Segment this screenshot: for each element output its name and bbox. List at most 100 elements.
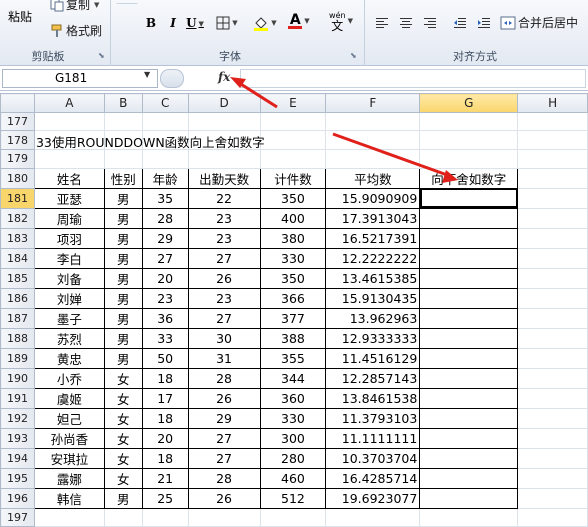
data-cell[interactable]: 26	[187, 487, 261, 509]
data-cell[interactable]: 366	[259, 287, 327, 309]
cell[interactable]	[325, 111, 421, 132]
result-cell[interactable]	[419, 187, 519, 209]
column-header-c[interactable]: C	[141, 93, 189, 113]
cell[interactable]	[141, 149, 189, 169]
data-cell[interactable]: 男	[103, 327, 143, 349]
data-cell[interactable]: 亚瑟	[33, 187, 105, 209]
column-title-cell[interactable]: 姓名	[33, 167, 105, 189]
data-cell[interactable]: 21	[141, 467, 189, 489]
cell[interactable]	[517, 207, 588, 229]
data-cell[interactable]: 20	[141, 267, 189, 289]
data-cell[interactable]: 12.2857143	[325, 367, 421, 389]
row-header[interactable]: 178	[0, 130, 35, 151]
clipboard-launcher-icon[interactable]: ⬊	[98, 51, 105, 60]
decrease-indent-button[interactable]	[450, 12, 470, 34]
data-cell[interactable]: 30	[187, 327, 261, 349]
result-cell[interactable]	[419, 227, 519, 249]
data-cell[interactable]: 11.4516129	[325, 347, 421, 369]
cell[interactable]	[259, 111, 327, 132]
data-cell[interactable]: 23	[187, 287, 261, 309]
data-cell[interactable]: 350	[259, 267, 327, 289]
row-header[interactable]: 180	[0, 167, 35, 189]
column-header-g[interactable]: G	[419, 93, 519, 113]
result-cell[interactable]	[419, 247, 519, 269]
data-cell[interactable]: 16.5217391	[325, 227, 421, 249]
result-cell[interactable]	[419, 367, 519, 389]
data-cell[interactable]: 26	[187, 267, 261, 289]
data-cell[interactable]: 17	[141, 387, 189, 409]
column-header-h[interactable]: H	[517, 93, 588, 113]
cell[interactable]	[187, 111, 261, 132]
column-header-d[interactable]: D	[187, 93, 261, 113]
cell[interactable]	[517, 427, 588, 449]
data-cell[interactable]: 周瑜	[33, 207, 105, 229]
cell[interactable]	[517, 467, 588, 489]
data-cell[interactable]: 男	[103, 227, 143, 249]
data-cell[interactable]: 355	[259, 347, 327, 369]
data-cell[interactable]: 妲己	[33, 407, 105, 429]
data-cell[interactable]: 男	[103, 347, 143, 369]
column-title-cell[interactable]: 平均数	[325, 167, 421, 189]
row-header[interactable]: 183	[0, 227, 35, 249]
result-cell[interactable]	[419, 387, 519, 409]
data-cell[interactable]: 孙尚香	[33, 427, 105, 449]
cell[interactable]	[33, 111, 105, 132]
row-header[interactable]: 188	[0, 327, 35, 349]
cell[interactable]	[33, 507, 105, 527]
row-header[interactable]: 193	[0, 427, 35, 449]
borders-button[interactable]: ▼	[210, 12, 244, 34]
formula-input[interactable]	[240, 69, 586, 88]
result-cell[interactable]	[419, 327, 519, 349]
data-cell[interactable]: 项羽	[33, 227, 105, 249]
cell[interactable]	[187, 507, 261, 527]
data-cell[interactable]: 344	[259, 367, 327, 389]
column-title-cell[interactable]: 性别	[103, 167, 143, 189]
data-cell[interactable]: 380	[259, 227, 327, 249]
cell[interactable]	[419, 111, 519, 132]
data-cell[interactable]: 28	[187, 467, 261, 489]
data-cell[interactable]: 韩信	[33, 487, 105, 509]
data-cell[interactable]: 33	[141, 327, 189, 349]
cell[interactable]	[260, 130, 327, 151]
name-box[interactable]: G181	[2, 69, 158, 88]
row-header[interactable]: 189	[0, 347, 35, 369]
data-cell[interactable]: 13.8461538	[325, 387, 421, 409]
cell[interactable]	[517, 267, 588, 289]
data-cell[interactable]: 女	[103, 367, 143, 389]
data-cell[interactable]: 512	[259, 487, 327, 509]
row-header[interactable]: 190	[0, 367, 35, 389]
cell[interactable]	[325, 507, 421, 527]
cell[interactable]	[325, 149, 421, 169]
row-header[interactable]: 192	[0, 407, 35, 429]
data-cell[interactable]: 男	[103, 487, 143, 509]
row-header[interactable]: 185	[0, 267, 35, 289]
cell[interactable]	[187, 149, 261, 169]
data-cell[interactable]: 男	[103, 247, 143, 269]
cell[interactable]	[419, 130, 519, 151]
data-cell[interactable]: 31	[187, 347, 261, 369]
data-cell[interactable]: 300	[259, 427, 327, 449]
data-cell[interactable]: 墨子	[33, 307, 105, 329]
data-cell[interactable]: 13.4615385	[325, 267, 421, 289]
row-header[interactable]: 182	[0, 207, 35, 229]
data-cell[interactable]: 35	[141, 187, 189, 209]
cell[interactable]	[103, 507, 143, 527]
result-cell[interactable]	[419, 347, 519, 369]
data-cell[interactable]: 330	[259, 407, 327, 429]
data-cell[interactable]: 18	[141, 367, 189, 389]
data-cell[interactable]: 377	[259, 307, 327, 329]
data-cell[interactable]: 360	[259, 387, 327, 409]
cell[interactable]	[517, 167, 588, 189]
column-header-a[interactable]: A	[33, 93, 105, 113]
data-cell[interactable]: 50	[141, 347, 189, 369]
column-header-f[interactable]: F	[325, 93, 421, 113]
row-header[interactable]: 186	[0, 287, 35, 309]
result-cell[interactable]	[419, 467, 519, 489]
align-left-button[interactable]	[372, 12, 392, 34]
cell[interactable]	[517, 407, 588, 429]
data-cell[interactable]: 女	[103, 427, 143, 449]
data-cell[interactable]: 23	[187, 227, 261, 249]
cell[interactable]	[517, 149, 588, 169]
increase-indent-button[interactable]	[474, 12, 494, 34]
column-header-e[interactable]: E	[259, 93, 327, 113]
